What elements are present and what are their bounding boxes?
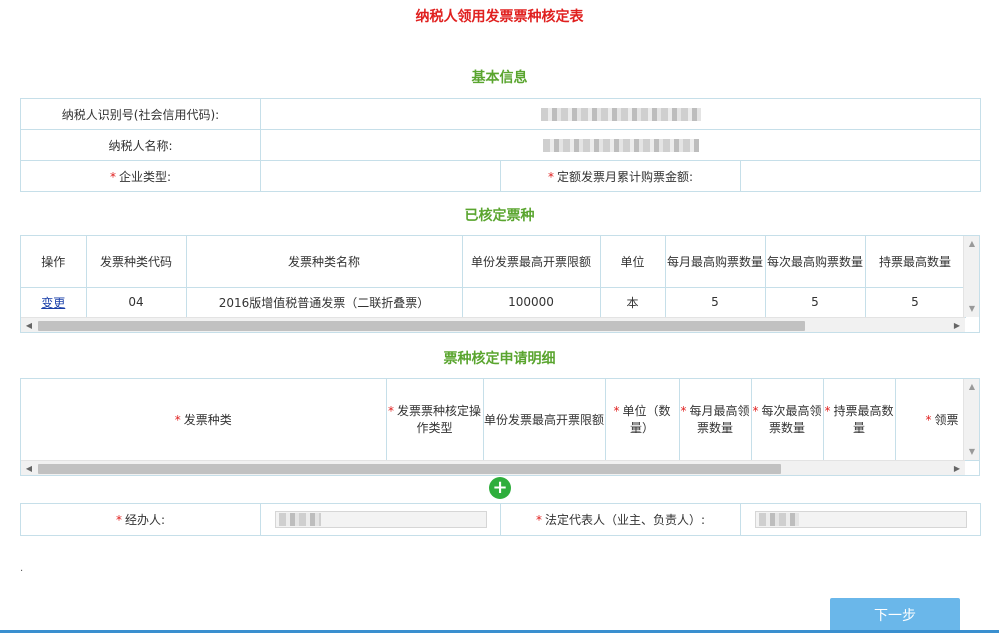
table-row: 变更 04 2016版增值税普通发票（二联折叠票） 100000 本 5 5 5: [21, 287, 966, 318]
approved-header-row: 操作 发票种类代码 发票种类名称 单份发票最高开票限额 单位 每月最高购票数量 …: [21, 236, 966, 288]
col-header: 发票种类代码: [85, 236, 187, 288]
application-grid: * 发票种类 * 发票票种核定操作类型 单份发票最高开票限额 * 单位（数量） * 每月…: [20, 378, 980, 476]
col-header-text: 每次最高领票数量: [761, 404, 822, 436]
col-header: 单份发票最高开票限额: [461, 236, 601, 288]
scroll-up-icon[interactable]: ▲: [964, 379, 979, 395]
col-header: 单位: [599, 236, 666, 288]
footer-dot: .: [20, 563, 24, 574]
legal-rep-label: 法定代表人（业主、负责人）:: [544, 513, 706, 527]
section-title-approved: 已核定票种: [464, 208, 535, 224]
taxpayer-id-redacted: [540, 108, 701, 121]
col-header-text: 持票最高数量: [833, 404, 894, 436]
next-step-button[interactable]: 下一步: [830, 598, 960, 633]
required-mark: *: [752, 404, 759, 419]
agent-label-cell: * 经办人:: [20, 503, 261, 536]
col-header-operation-type: * 发票票种核定操作类型: [385, 379, 484, 461]
enterprise-type-label: 企业类型:: [118, 169, 172, 184]
col-header-each-max: * 每次最高领票数量: [750, 379, 824, 461]
col-header: 持票最高数量: [864, 236, 966, 288]
required-mark: *: [387, 404, 394, 419]
approved-horizontal-scrollbar[interactable]: ◀ ▶: [21, 317, 965, 332]
col-header-text: 单位（数量）: [622, 404, 671, 436]
scroll-down-icon[interactable]: ▼: [964, 444, 979, 460]
basic-info-table: 纳税人识别号(社会信用代码): 纳税人名称: * 企业类型: * 定额发票月累计购票…: [20, 98, 982, 192]
scroll-left-icon[interactable]: ◀: [21, 318, 37, 332]
application-vertical-scrollbar[interactable]: ▲ ▼: [963, 379, 979, 460]
required-mark: *: [613, 404, 620, 419]
application-horizontal-scrollbar[interactable]: ◀ ▶: [21, 460, 965, 475]
scroll-down-icon[interactable]: ▼: [964, 301, 979, 317]
scroll-thumb[interactable]: [38, 464, 781, 474]
taxpayer-name-redacted: [542, 139, 699, 152]
col-header-text: 发票票种核定操作类型: [396, 404, 481, 436]
add-row-button[interactable]: +: [489, 477, 511, 499]
legal-rep-input[interactable]: [754, 511, 967, 528]
table-cell: 100000: [461, 287, 601, 318]
agent-label: 经办人:: [124, 513, 166, 527]
taxpayer-name-row: 纳税人名称:: [20, 129, 982, 161]
section-title-application: 票种核定申请明细: [443, 351, 556, 367]
col-header-invoice-type: * 发票种类: [21, 379, 387, 461]
enterprise-type-value[interactable]: [260, 160, 501, 192]
scroll-right-icon[interactable]: ▶: [949, 318, 965, 332]
approved-table: 操作 发票种类代码 发票种类名称 单份发票最高开票限额 单位 每月最高购票数量 …: [21, 236, 966, 318]
legal-rep-redacted: [758, 513, 799, 526]
quota-amount-label: 定额发票月累计购票金额:: [556, 169, 694, 184]
action-cell: 变更: [21, 287, 87, 318]
application-header-row: * 发票种类 * 发票票种核定操作类型 单份发票最高开票限额 * 单位（数量） * 每月…: [21, 379, 979, 461]
taxpayer-name-value: [259, 129, 982, 161]
required-mark: *: [109, 169, 116, 184]
col-header-max-limit: 单份发票最高开票限额: [482, 379, 606, 461]
table-cell: 5: [664, 287, 766, 318]
required-mark: *: [824, 404, 831, 419]
table-cell: 5: [864, 287, 966, 318]
scroll-left-icon[interactable]: ◀: [21, 461, 37, 475]
table-cell: 04: [85, 287, 187, 318]
required-mark: *: [925, 412, 932, 427]
legal-rep-field-cell: [740, 503, 981, 536]
scroll-right-icon[interactable]: ▶: [949, 461, 965, 475]
agent-field-cell: [260, 503, 501, 536]
approved-vertical-scrollbar[interactable]: ▲ ▼: [963, 236, 979, 317]
change-link[interactable]: 变更: [41, 296, 65, 310]
signature-row: * 经办人: * 法定代表人（业主、负责人）:: [20, 503, 981, 536]
table-cell: 5: [764, 287, 866, 318]
required-mark: *: [174, 412, 181, 427]
table-cell: 2016版增值税普通发票（二联折叠票）: [185, 287, 463, 318]
plus-icon: +: [492, 477, 508, 498]
scroll-thumb[interactable]: [38, 321, 805, 331]
taxpayer-id-value: [259, 98, 982, 130]
scroll-up-icon[interactable]: ▲: [964, 236, 979, 252]
agent-input[interactable]: [274, 511, 487, 528]
col-header-text: 发票种类: [183, 412, 232, 427]
required-mark: *: [115, 513, 122, 527]
taxpayer-id-row: 纳税人识别号(社会信用代码):: [20, 98, 982, 130]
application-table: * 发票种类 * 发票票种核定操作类型 单份发票最高开票限额 * 单位（数量） * 每月…: [21, 379, 979, 461]
signature-table: * 经办人: * 法定代表人（业主、负责人）:: [20, 503, 981, 536]
approved-grid: 操作 发票种类代码 发票种类名称 单份发票最高开票限额 单位 每月最高购票数量 …: [20, 235, 980, 333]
required-mark: *: [547, 169, 554, 184]
legal-rep-label-cell: * 法定代表人（业主、负责人）:: [500, 503, 741, 536]
enterprise-type-row: * 企业类型: * 定额发票月累计购票金额:: [20, 160, 982, 192]
col-header-text: 每月最高领票数量: [689, 404, 750, 436]
col-header: 操作: [21, 236, 87, 288]
page-title: 纳税人领用发票票种核定表: [415, 9, 584, 25]
section-title-basic: 基本信息: [471, 70, 528, 86]
required-mark: *: [680, 404, 687, 419]
col-header: 发票种类名称: [185, 236, 463, 288]
taxpayer-id-label: 纳税人识别号(社会信用代码):: [20, 98, 261, 130]
taxpayer-name-label: 纳税人名称:: [20, 129, 261, 161]
col-header-unit: * 单位（数量）: [604, 379, 680, 461]
agent-redacted: [278, 513, 321, 526]
required-mark: *: [535, 513, 542, 527]
table-cell: 本: [599, 287, 666, 318]
col-header: 每次最高购票数量: [764, 236, 866, 288]
col-header-text: 领票: [934, 412, 959, 427]
quota-amount-value[interactable]: [739, 160, 982, 192]
col-header-monthly-max: * 每月最高领票数量: [678, 379, 752, 461]
col-header-hold-max: * 持票最高数量: [822, 379, 896, 461]
col-header: 每月最高购票数量: [664, 236, 766, 288]
quota-amount-label-cell: * 定额发票月累计购票金额:: [500, 160, 741, 192]
enterprise-type-label-cell: * 企业类型:: [20, 160, 261, 192]
